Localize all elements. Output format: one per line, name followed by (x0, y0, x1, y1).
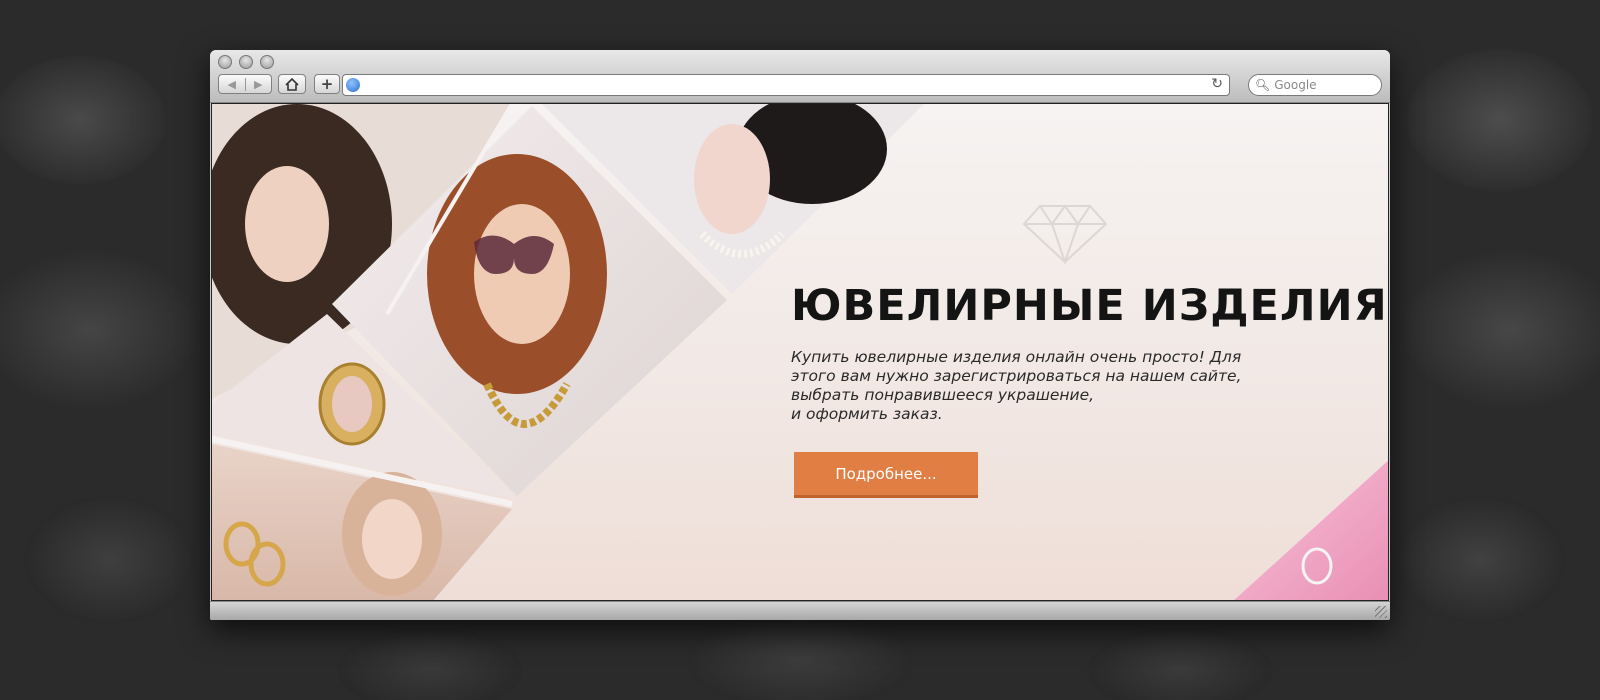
search-icon: 🔍︎ (1255, 78, 1271, 92)
diamond-icon (1022, 204, 1108, 264)
maximize-window-button[interactable] (260, 55, 274, 69)
back-arrow-icon[interactable]: ◀ (219, 78, 245, 91)
locket-mirror-shape (332, 376, 372, 432)
face-shape (694, 124, 770, 234)
back-forward-group: ◀ ▶ (218, 74, 272, 94)
search-placeholder: Google (1274, 78, 1317, 92)
face-shape (362, 499, 422, 579)
close-window-button[interactable] (218, 55, 232, 69)
face-shape (474, 204, 570, 344)
plus-icon: + (320, 75, 334, 93)
window-controls (218, 55, 274, 69)
hero-description-line: и оформить заказ. (791, 405, 943, 423)
more-button[interactable]: Подробнее... (794, 452, 978, 498)
hero-title: ЮВЕЛИРНЫЕ ИЗДЕЛИЯ (791, 281, 1388, 331)
add-bookmark-button[interactable]: + (314, 74, 340, 94)
web-page: ЮВЕЛИРНЫЕ ИЗДЕЛИЯ Купить ювелирные издел… (211, 103, 1389, 601)
home-icon (285, 77, 299, 91)
browser-window: ◀ ▶ + ↻ 🔍︎ Google ЮВЕЛИРНЫЕ ИЗДЕЛИЯ Купи… (210, 50, 1390, 620)
forward-arrow-icon[interactable]: ▶ (244, 77, 272, 91)
resize-grip-icon[interactable] (1375, 606, 1387, 618)
home-button[interactable] (278, 74, 306, 94)
search-field[interactable]: 🔍︎ Google (1248, 74, 1382, 96)
hero-description: Купить ювелирные изделия онлайн очень пр… (791, 348, 1251, 424)
status-bar (210, 601, 1390, 620)
globe-icon (346, 78, 360, 92)
address-bar[interactable]: ↻ (342, 74, 1230, 96)
reload-icon[interactable]: ↻ (1211, 76, 1223, 92)
hero-description-line: этого вам нужно зарегистрироваться на на… (791, 367, 1242, 385)
minimize-window-button[interactable] (239, 55, 253, 69)
hero-description-line: Купить ювелирные изделия онлайн очень пр… (791, 348, 1242, 366)
browser-toolbar: ◀ ▶ + ↻ 🔍︎ Google (210, 50, 1390, 103)
hero-description-line: выбрать понравившееся украшение, (791, 386, 1095, 404)
face-shape (245, 166, 329, 282)
